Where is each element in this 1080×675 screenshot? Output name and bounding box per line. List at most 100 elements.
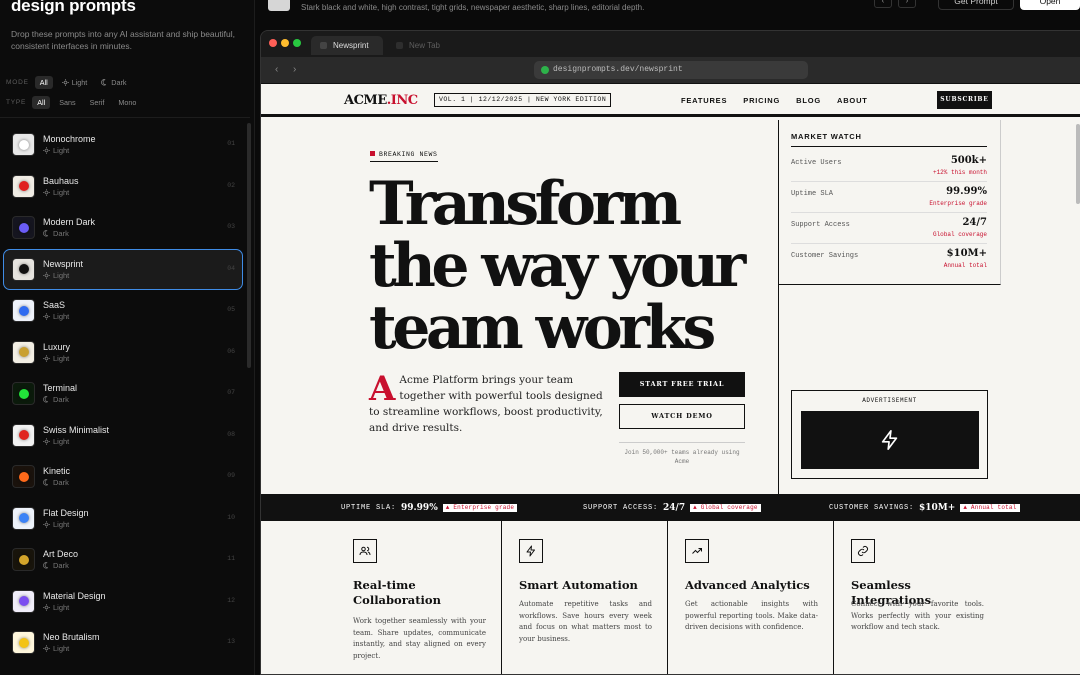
type-all-chip[interactable]: All xyxy=(32,96,51,109)
style-name: Swiss Minimalist xyxy=(43,424,110,435)
style-list-item[interactable]: Kinetic Dark 09 xyxy=(3,456,243,498)
forward-arrow-icon[interactable]: › xyxy=(293,64,296,75)
style-swatch xyxy=(12,340,35,364)
style-swatch xyxy=(12,548,35,572)
browser-tab-new[interactable]: New Tab xyxy=(387,36,457,55)
mode-light-chip[interactable]: Light xyxy=(57,76,93,89)
sun-icon xyxy=(43,520,50,528)
feature-description: Work together seamlessly with your team.… xyxy=(353,617,486,660)
style-swatch xyxy=(12,423,35,447)
style-color-dot xyxy=(18,430,29,441)
browser-tab-active[interactable]: Newsprint xyxy=(311,36,383,55)
social-proof-text: Join 50,000+ teams already using Acme xyxy=(619,442,745,466)
prev-button[interactable]: ‹ xyxy=(874,0,892,8)
style-mode: Light xyxy=(43,271,83,280)
link-icon xyxy=(851,539,875,563)
style-swatch xyxy=(12,257,35,281)
style-swatch xyxy=(12,216,35,240)
sidebar-divider xyxy=(0,117,250,118)
ticker-item: UPTIME SLA: 99.99% ▲ Enterprise grade xyxy=(341,503,518,513)
style-mode: Light xyxy=(43,312,69,321)
style-color-dot xyxy=(18,305,29,316)
nav-link-pricing[interactable]: PRICING xyxy=(743,96,780,105)
style-mode: Dark xyxy=(43,561,78,570)
edition-label: VOL. 1 | 12/12/2025 | NEW YORK EDITION xyxy=(434,93,612,107)
drop-cap: A xyxy=(369,369,396,409)
nav-link-features[interactable]: FEATURES xyxy=(681,96,727,105)
type-serif-chip[interactable]: Serif xyxy=(85,96,110,109)
style-name: Material Design xyxy=(43,590,106,601)
style-text: Kinetic Dark xyxy=(43,466,70,487)
style-color-dot xyxy=(18,554,29,565)
style-list-item[interactable]: SaaS Light 05 xyxy=(3,290,243,332)
style-list-item[interactable]: Bauhaus Light 02 xyxy=(3,166,243,208)
market-sub: +12% this month xyxy=(932,169,987,176)
style-text: SaaS Light xyxy=(43,300,69,321)
style-swatch xyxy=(12,631,35,655)
maximize-window-icon[interactable] xyxy=(293,39,301,47)
style-list-item[interactable]: Material Design Light 12 xyxy=(3,581,243,623)
open-button[interactable]: Open xyxy=(1020,0,1080,10)
trending-up-icon xyxy=(685,539,709,563)
style-swatch xyxy=(12,506,35,530)
close-window-icon[interactable] xyxy=(269,39,277,47)
url-field[interactable]: designprompts.dev/newsprint xyxy=(534,61,808,79)
style-color-dot xyxy=(18,347,29,358)
style-swatch xyxy=(12,299,35,323)
style-mode: Light xyxy=(43,354,70,363)
subscribe-button[interactable]: SUBSCRIBE xyxy=(937,91,992,109)
sidebar-scrollbar[interactable] xyxy=(247,123,251,368)
style-color-dot xyxy=(18,181,29,192)
advertisement-label: ADVERTISEMENT xyxy=(862,397,917,404)
chevron-left-icon: ‹ xyxy=(881,0,885,5)
style-list-item[interactable]: Newsprint Light 04 xyxy=(3,248,243,290)
style-list-item[interactable]: Neo Brutalism Light 13 xyxy=(3,622,243,664)
style-text: Monochrome Light xyxy=(43,134,96,155)
sun-icon xyxy=(43,147,50,155)
advertisement-box[interactable]: ADVERTISEMENT xyxy=(791,390,988,479)
mode-dark-chip[interactable]: Dark xyxy=(96,76,131,89)
style-number: 09 xyxy=(227,472,235,479)
moon-icon xyxy=(101,79,107,86)
style-list-item[interactable]: Modern Dark Dark 03 xyxy=(3,207,243,249)
nav-link-blog[interactable]: BLOG xyxy=(796,96,821,105)
style-number: 10 xyxy=(227,513,235,521)
market-row: Active Users 500k+ +12% this month xyxy=(791,151,987,182)
moon-icon xyxy=(43,230,49,237)
style-color-dot xyxy=(18,139,29,150)
style-number: 13 xyxy=(227,638,235,645)
type-sans-chip[interactable]: Sans xyxy=(54,96,80,109)
style-swatch xyxy=(12,382,35,406)
style-mode: Light xyxy=(43,520,89,529)
style-text: Flat Design Light xyxy=(43,508,89,529)
mode-all-chip[interactable]: All xyxy=(34,76,53,89)
style-list-item[interactable]: Art Deco Dark 11 xyxy=(3,539,243,581)
style-list-item[interactable]: Flat Design Light 10 xyxy=(3,498,243,540)
back-arrow-icon[interactable]: ‹ xyxy=(275,64,278,75)
style-list-item[interactable]: Swiss Minimalist Light 08 xyxy=(3,415,243,457)
feature-card: Real-time Collaboration Work together se… xyxy=(261,521,502,674)
feature-description: Get actionable insights with powerful re… xyxy=(685,600,818,631)
style-list-item[interactable]: Monochrome Light 01 xyxy=(3,124,243,166)
style-list-item[interactable]: Terminal Dark 07 xyxy=(3,373,243,415)
type-filter: TYPE All Sans Serif Mono xyxy=(6,96,141,109)
next-button[interactable]: › xyxy=(898,0,916,8)
nav-link-about[interactable]: ABOUT xyxy=(837,96,868,105)
app-title: design prompts xyxy=(11,0,136,15)
style-swatch xyxy=(12,465,35,489)
market-sub: Enterprise grade xyxy=(929,200,987,207)
market-label: Uptime SLA xyxy=(791,190,834,198)
get-prompt-button[interactable]: Get Prompt xyxy=(938,0,1014,10)
style-list-item[interactable]: Luxury Light 06 xyxy=(3,332,243,374)
style-mode: Dark xyxy=(43,395,77,404)
minimize-window-icon[interactable] xyxy=(281,39,289,47)
page-scrollbar[interactable] xyxy=(1076,124,1080,204)
site-logo[interactable]: ACME.INC xyxy=(344,93,418,108)
start-free-trial-button[interactable]: START FREE TRIAL xyxy=(619,372,745,397)
type-mono-chip[interactable]: Mono xyxy=(113,96,141,109)
watch-demo-button[interactable]: WATCH DEMO xyxy=(619,404,745,429)
style-text: Luxury Light xyxy=(43,342,70,363)
style-mode: Light xyxy=(43,146,96,155)
style-name: Kinetic xyxy=(43,466,71,477)
users-icon xyxy=(353,539,377,563)
